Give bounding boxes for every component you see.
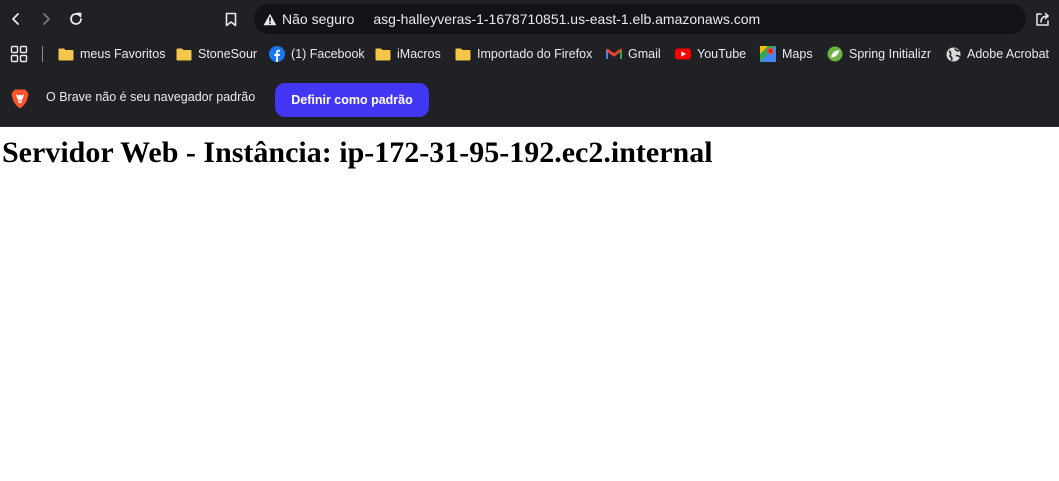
bookmarks-bar: meus Favoritos StoneSour (1) Facebook iM… [0, 38, 1059, 70]
back-button[interactable] [5, 8, 27, 30]
apps-grid-icon[interactable] [10, 45, 28, 63]
bookmark-imacros[interactable]: iMacros [375, 44, 441, 64]
browser-toolbar: Não seguro asg-halleyveras-1-1678710851.… [0, 0, 1059, 38]
bookmark-label: Spring Initializr [849, 47, 931, 61]
page-content: Servidor Web - Instância: ip-172-31-95-1… [0, 127, 1059, 481]
bookmarks-divider [42, 46, 43, 62]
reload-button[interactable] [65, 8, 87, 30]
bookmark-label: StoneSour [198, 47, 258, 61]
bookmark-spring-initializr[interactable]: Spring Initializr [827, 44, 931, 64]
bookmark-importado-firefox[interactable]: Importado do Firefox [455, 44, 592, 64]
url-text[interactable]: asg-halleyveras-1-1678710851.us-east-1.e… [373, 11, 760, 27]
bookmark-label: Importado do Firefox [477, 47, 593, 61]
bookmark-label: iMacros [397, 47, 441, 61]
bookmark-label: YouTube [697, 47, 747, 61]
facebook-icon [269, 46, 285, 62]
bookmark-label: Adobe Acrobat [967, 47, 1050, 61]
security-label: Não seguro [282, 11, 355, 27]
page-heading: Servidor Web - Instância: ip-172-31-95-1… [2, 136, 713, 169]
chevron-left-icon [12, 13, 19, 25]
security-chip[interactable]: Não seguro [263, 4, 354, 34]
reload-icon [70, 12, 82, 25]
spring-icon [827, 46, 843, 62]
share-button[interactable] [1032, 9, 1052, 29]
folder-icon [176, 46, 192, 62]
browser-chrome: Não seguro asg-halleyveras-1-1678710851.… [0, 0, 1059, 127]
bookmark-meus-favoritos[interactable]: meus Favoritos [58, 44, 165, 64]
bookmark-stonesour[interactable]: StoneSour [176, 44, 257, 64]
bookmark-youtube[interactable]: YouTube [675, 44, 746, 64]
chevron-right-icon [43, 13, 50, 25]
bookmark-maps[interactable]: Maps [760, 44, 813, 64]
address-bar[interactable]: Não seguro asg-halleyveras-1-1678710851.… [254, 4, 1026, 34]
globe-icon [945, 46, 961, 62]
infobar-message: O Brave não é seu navegador padrão [46, 90, 256, 104]
brave-lion-icon [11, 89, 29, 109]
bookmark-label: Gmail [628, 47, 661, 61]
share-icon [1035, 12, 1049, 26]
bookmark-label: (1) Facebook [291, 47, 365, 61]
forward-button[interactable] [35, 8, 57, 30]
bookmark-icon [225, 12, 237, 26]
folder-icon [455, 46, 471, 62]
bookmark-page-button[interactable] [221, 8, 241, 30]
set-default-button[interactable]: Definir como padrão [275, 83, 429, 117]
default-browser-infobar: O Brave não é seu navegador padrão Defin… [0, 70, 1059, 127]
bookmark-gmail[interactable]: Gmail [606, 44, 661, 64]
bookmark-adobe-acrobat[interactable]: Adobe Acrobat [945, 44, 1049, 64]
folder-icon [58, 46, 74, 62]
bookmark-facebook[interactable]: (1) Facebook [269, 44, 365, 64]
gmail-icon [606, 46, 622, 62]
bookmark-label: Maps [782, 47, 813, 61]
bookmark-label: meus Favoritos [80, 47, 166, 61]
folder-icon [375, 46, 391, 62]
warning-icon [263, 13, 277, 26]
maps-icon [760, 46, 776, 62]
youtube-icon [675, 46, 691, 62]
